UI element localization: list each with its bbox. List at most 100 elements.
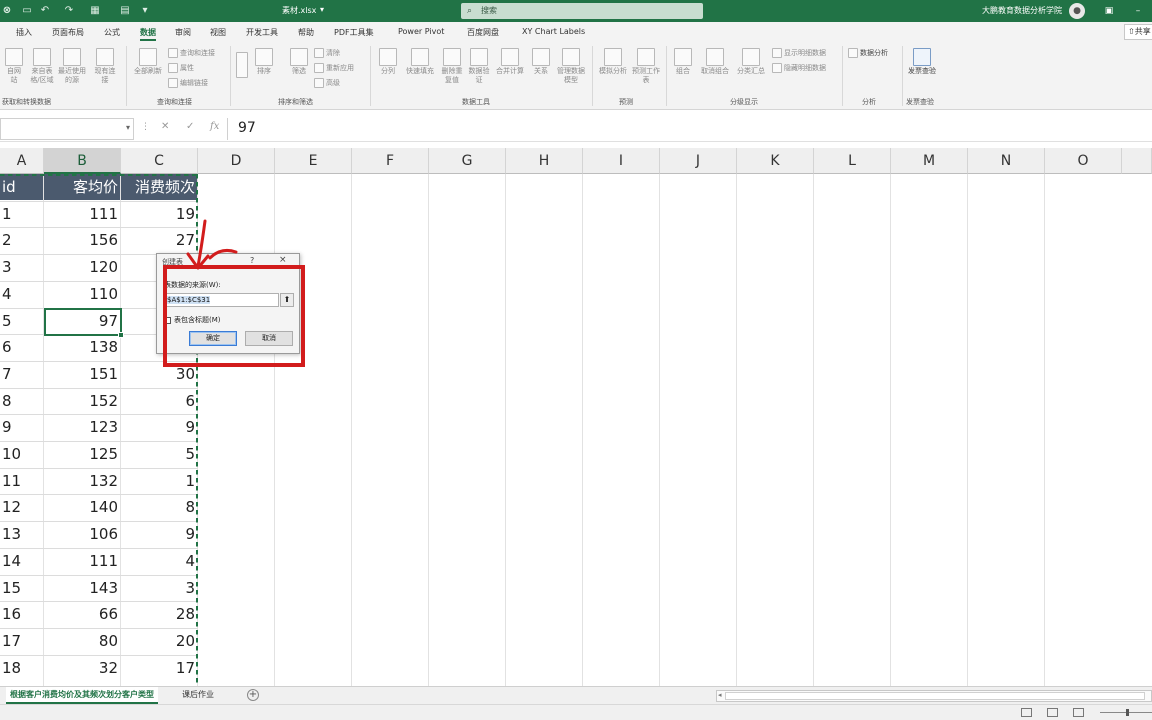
properties-button[interactable]: 属性 [168, 63, 194, 73]
tab-baidu-netdisk[interactable]: 百度网盘 [467, 27, 499, 38]
zoom-slider[interactable] [1100, 709, 1152, 716]
table-cell[interactable]: 28 [121, 601, 198, 627]
table-cell[interactable]: 110 [44, 281, 121, 307]
table-cell[interactable]: 4 [121, 548, 198, 574]
column-header-i[interactable]: I [583, 148, 660, 174]
tab-developer[interactable]: 开发工具 [246, 27, 278, 38]
existing-connections-button[interactable]: 现有连接 [92, 48, 118, 85]
table-cell[interactable]: 106 [44, 521, 121, 547]
tab-data[interactable]: 数据 [140, 27, 156, 41]
column-header-g[interactable]: G [429, 148, 506, 174]
table-cell[interactable]: 7 [0, 361, 44, 387]
flash-fill-button[interactable]: 快速填充 [404, 48, 436, 76]
column-header-c[interactable]: C [121, 148, 198, 174]
table-cell[interactable]: 18 [0, 655, 44, 681]
reapply-button[interactable]: 重新应用 [314, 63, 354, 73]
table-header-cell[interactable]: 客均价 [44, 174, 121, 200]
search-box[interactable]: ⌕ 搜索 [461, 3, 703, 19]
minimize-icon[interactable]: – [1130, 3, 1146, 19]
sort-az-button[interactable] [234, 52, 250, 79]
table-cell[interactable]: 2 [0, 227, 44, 253]
tab-formulas[interactable]: 公式 [104, 27, 120, 38]
table-cell[interactable]: 1 [0, 201, 44, 227]
cancel-entry-icon[interactable]: ✕ [161, 121, 169, 132]
manage-data-model-button[interactable]: 管理数据模型 [556, 48, 586, 85]
scroll-left-icon[interactable]: ◂ [718, 691, 722, 699]
fill-handle[interactable] [118, 332, 124, 338]
undo-icon[interactable]: ↶ [38, 4, 52, 18]
tab-power-pivot[interactable]: Power Pivot [398, 27, 444, 36]
normal-view-icon[interactable] [1021, 708, 1032, 717]
filename-dropdown-icon[interactable]: ▾ [320, 5, 324, 14]
table-cell[interactable]: 4 [0, 281, 44, 307]
table-cell[interactable]: 17 [121, 655, 198, 681]
tab-page-layout[interactable]: 页面布局 [52, 27, 84, 38]
table-cell[interactable]: 10 [0, 441, 44, 467]
name-box[interactable]: ▾ [0, 118, 134, 140]
remove-duplicates-button[interactable]: 删除重复值 [440, 48, 464, 85]
table-cell[interactable]: 14 [0, 548, 44, 574]
relationships-button[interactable]: 关系 [530, 48, 552, 76]
ribbon-display-icon[interactable]: ▣ [1101, 3, 1117, 19]
table-icon[interactable]: ▦ [88, 4, 102, 18]
table-cell[interactable]: 32 [44, 655, 121, 681]
table-cell[interactable]: 156 [44, 227, 121, 253]
page-layout-view-icon[interactable] [1047, 708, 1058, 717]
confirm-entry-icon[interactable]: ✓ [186, 121, 194, 132]
data-validation-button[interactable]: 数据验证 [466, 48, 492, 85]
what-if-button[interactable]: 模拟分析 [596, 48, 630, 76]
table-cell[interactable]: 125 [44, 441, 121, 467]
table-cell[interactable]: 11 [0, 468, 44, 494]
table-header-cell[interactable]: id [0, 174, 44, 200]
consolidate-button[interactable]: 合并计算 [494, 48, 526, 76]
tab-help[interactable]: 帮助 [298, 27, 314, 38]
table-cell[interactable]: 3 [121, 575, 198, 601]
group-button[interactable]: 组合 [672, 48, 694, 76]
column-header-e[interactable]: E [275, 148, 352, 174]
column-header-f[interactable]: F [352, 148, 429, 174]
table-cell[interactable]: 152 [44, 388, 121, 414]
table-cell[interactable]: 5 [0, 308, 44, 334]
clear-button[interactable]: 清除 [314, 48, 340, 58]
table-cell[interactable]: 12 [0, 494, 44, 520]
table-cell[interactable]: 8 [0, 388, 44, 414]
table-cell[interactable]: 151 [44, 361, 121, 387]
subtotal-button[interactable]: 分类汇总 [734, 48, 768, 76]
table-cell[interactable]: 6 [0, 334, 44, 360]
table-cell[interactable]: 80 [44, 628, 121, 654]
table-cell[interactable]: 123 [44, 414, 121, 440]
table-cell[interactable]: 111 [44, 548, 121, 574]
forecast-sheet-button[interactable]: 预测工作表 [632, 48, 660, 85]
column-header-l[interactable]: L [814, 148, 891, 174]
table-cell[interactable]: 143 [44, 575, 121, 601]
user-name[interactable]: 大鹏教育数据分析学院 [982, 5, 1062, 16]
column-header-j[interactable]: J [660, 148, 737, 174]
redo-icon[interactable]: ↷ [62, 4, 76, 18]
help-icon[interactable]: ? [250, 256, 254, 265]
data-analysis-button[interactable]: 数据分析 [848, 48, 888, 58]
page-break-view-icon[interactable] [1073, 708, 1084, 717]
from-web-button[interactable]: 自网站 [4, 48, 24, 85]
customize-qat-icon[interactable]: ▾ [138, 4, 152, 18]
table-header-cell[interactable]: 消费频次 [121, 174, 198, 200]
table-cell[interactable]: 1 [121, 468, 198, 494]
column-header-h[interactable]: H [506, 148, 583, 174]
table-cell[interactable]: 120 [44, 254, 121, 280]
ungroup-button[interactable]: 取消组合 [698, 48, 732, 76]
column-header-d[interactable]: D [198, 148, 275, 174]
share-button[interactable]: ⇧共享 [1124, 24, 1152, 40]
column-header-a[interactable]: A [0, 148, 44, 174]
close-icon[interactable]: × [279, 255, 287, 265]
formula-input[interactable]: 97 [238, 120, 256, 136]
scrollbar-thumb[interactable] [725, 692, 1145, 700]
zoom-knob[interactable] [1126, 709, 1129, 716]
name-box-dropdown-icon[interactable]: ▾ [126, 123, 130, 132]
column-header-n[interactable]: N [968, 148, 1045, 174]
hide-detail-button[interactable]: 隐藏明细数据 [772, 63, 826, 73]
text-to-columns-button[interactable]: 分列 [376, 48, 400, 76]
table-cell[interactable]: 16 [0, 601, 44, 627]
recent-sources-button[interactable]: 最近使用的源 [58, 48, 86, 85]
column-header-m[interactable]: M [891, 148, 968, 174]
column-header-o[interactable]: O [1045, 148, 1122, 174]
sheet-tab-homework[interactable]: 课后作业 [178, 687, 218, 704]
